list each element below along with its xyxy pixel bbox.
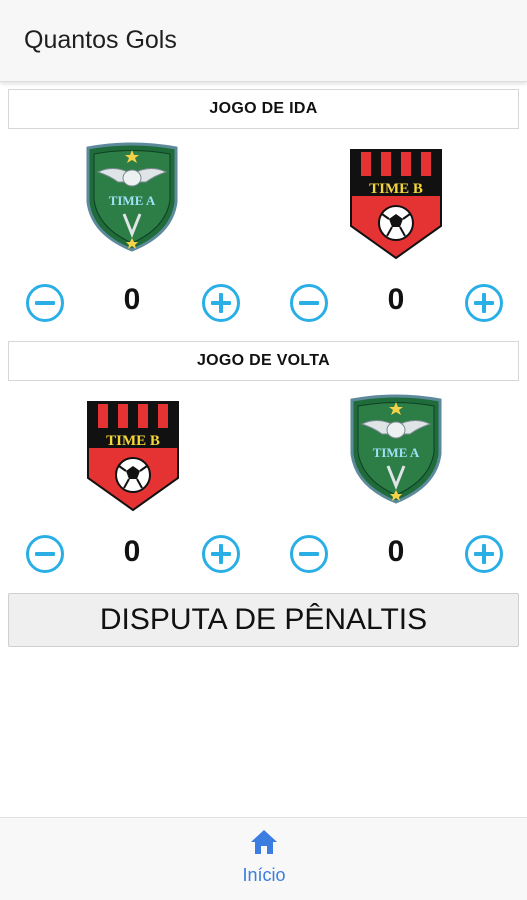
first-leg-away-score: 0	[387, 283, 405, 316]
nav-item-home[interactable]: Início	[223, 828, 305, 894]
second-leg-home-minus-button[interactable]	[26, 535, 64, 573]
second-leg-home-score: 0	[123, 535, 141, 568]
team-b-crest: TIME B	[86, 400, 180, 512]
team-b-label: TIME B	[369, 181, 423, 197]
penalty-shootout-button[interactable]: DISPUTA DE PÊNALTIS	[8, 593, 519, 647]
team-a-label: TIME A	[373, 445, 420, 460]
second-leg-away-plus-button[interactable]	[465, 535, 503, 573]
second-leg-header: JOGO DE VOLTA	[8, 341, 519, 381]
first-leg-away-minus-button[interactable]	[290, 284, 328, 322]
second-leg-away-score: 0	[387, 535, 405, 568]
bottom-nav: Início	[0, 817, 527, 900]
team-a-crest: TIME A	[348, 394, 444, 504]
home-icon	[249, 828, 279, 861]
team-b-crest: TIME B	[349, 148, 443, 260]
team-a-label: TIME A	[109, 193, 156, 208]
team-b-label: TIME B	[106, 433, 160, 449]
app-bar: Quantos Gols	[0, 0, 527, 82]
first-leg-away-plus-button[interactable]	[465, 284, 503, 322]
second-leg-home-plus-button[interactable]	[202, 535, 240, 573]
team-a-crest: TIME A	[84, 142, 180, 252]
first-leg-header: JOGO DE IDA	[8, 89, 519, 129]
app-title: Quantos Gols	[24, 26, 177, 54]
first-leg-home-minus-button[interactable]	[26, 284, 64, 322]
nav-home-label: Início	[242, 865, 286, 885]
second-leg-away-minus-button[interactable]	[290, 535, 328, 573]
first-leg-home-score: 0	[123, 283, 141, 316]
first-leg-home-plus-button[interactable]	[202, 284, 240, 322]
